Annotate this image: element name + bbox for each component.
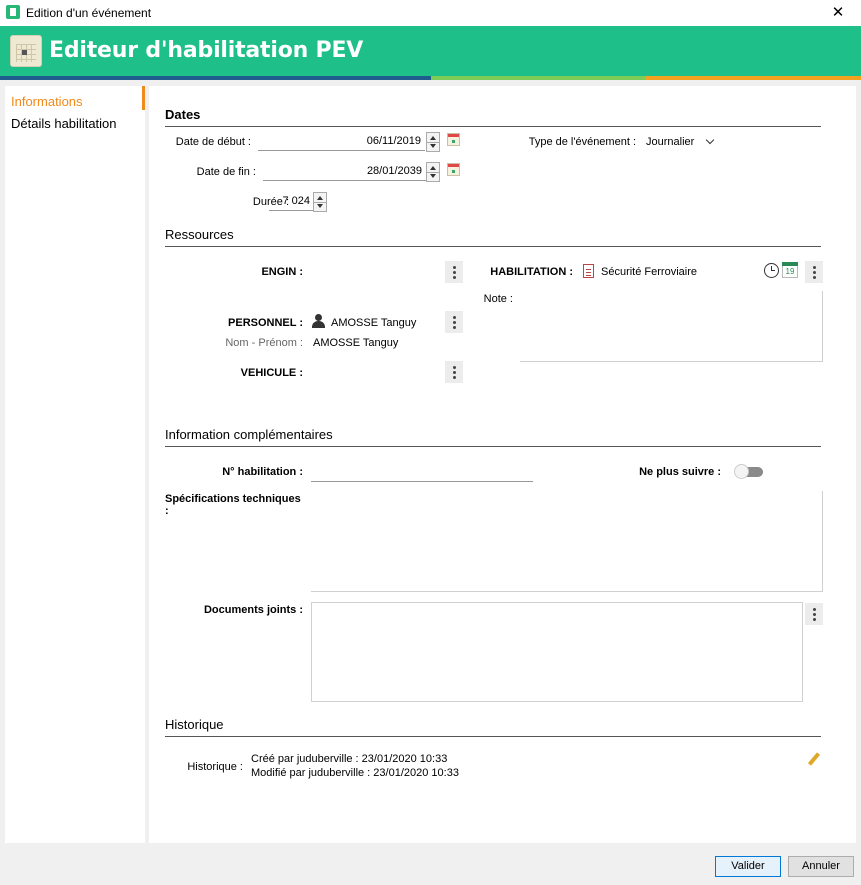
start-date-label: Date de début : xyxy=(175,136,251,148)
chevron-down-icon[interactable] xyxy=(705,135,715,145)
modified-prefix: Modifié par xyxy=(251,767,309,779)
section-title-dates: Dates xyxy=(165,107,201,122)
habilitation-label: HABILITATION : xyxy=(490,266,573,278)
num-habilitation-label: N° habilitation : xyxy=(222,466,303,478)
historique-created: Créé par juduberville : 23/01/2020 10:33 xyxy=(251,753,447,765)
calendar-day-icon[interactable]: 19 xyxy=(782,262,798,278)
event-type-label: Type de l'événement : xyxy=(528,136,636,148)
documents-menu-button[interactable] xyxy=(805,603,823,625)
modified-value: juduberville : 23/01/2020 10:33 xyxy=(308,767,459,779)
divider xyxy=(165,446,821,447)
vehicule-label: VEHICULE : xyxy=(240,367,303,379)
main-panel: Dates Date de début : 06/11/2019 Date de… xyxy=(149,86,841,843)
engin-menu-button[interactable] xyxy=(445,261,463,283)
end-date-label: Date de fin : xyxy=(196,166,256,178)
close-button[interactable]: ✕ xyxy=(815,0,861,26)
divider xyxy=(165,736,821,737)
habilitation-menu-button[interactable] xyxy=(805,261,823,283)
personnel-label: PERSONNEL : xyxy=(228,317,303,329)
note-label: Note : xyxy=(483,293,513,305)
ne-plus-suivre-toggle[interactable] xyxy=(734,464,763,479)
nom-prenom-label: Nom - Prénom : xyxy=(225,337,303,349)
sidebar: Informations Détails habilitation xyxy=(5,86,145,843)
end-date-spinner[interactable] xyxy=(426,162,440,182)
sidebar-item-informations[interactable]: Informations xyxy=(11,94,83,109)
cancel-button[interactable]: Annuler xyxy=(788,856,854,877)
ne-plus-suivre-label: Ne plus suivre : xyxy=(639,466,721,478)
duration-input[interactable]: 7 024 xyxy=(269,191,314,211)
specifications-textarea[interactable] xyxy=(311,491,823,592)
page-title: Editeur d'habilitation PEV xyxy=(49,38,364,63)
nom-prenom-value: AMOSSE Tanguy xyxy=(313,337,399,349)
document-icon xyxy=(583,264,594,278)
person-icon xyxy=(312,314,325,328)
created-value: juduberville : 23/01/2020 10:33 xyxy=(296,753,448,765)
historique-modified: Modifié par juduberville : 23/01/2020 10… xyxy=(251,767,459,779)
end-date-calendar-icon[interactable] xyxy=(447,163,460,176)
start-date-spinner[interactable] xyxy=(426,132,440,152)
divider xyxy=(165,246,821,247)
end-date-input[interactable]: 28/01/2039 xyxy=(263,161,426,181)
banner-stripe-green xyxy=(431,76,645,80)
sidebar-item-details-habilitation[interactable]: Détails habilitation xyxy=(11,116,117,131)
personnel-value: AMOSSE Tanguy xyxy=(331,317,417,329)
start-date-input[interactable]: 06/11/2019 xyxy=(258,131,425,151)
pencil-icon[interactable] xyxy=(807,752,821,767)
active-indicator xyxy=(142,86,145,110)
personnel-menu-button[interactable] xyxy=(445,311,463,333)
clock-icon[interactable] xyxy=(764,263,779,278)
header-banner: Editeur d'habilitation PEV xyxy=(0,26,861,76)
duration-spinner[interactable] xyxy=(313,192,327,212)
app-icon xyxy=(6,5,20,19)
title-bar: Edition d'un événement ✕ xyxy=(0,0,861,26)
calendar-icon xyxy=(10,35,42,67)
section-title-historique: Historique xyxy=(165,717,224,732)
section-title-ressources: Ressources xyxy=(165,227,234,242)
habilitation-value[interactable]: Sécurité Ferroviaire xyxy=(601,266,697,278)
banner-stripe-blue xyxy=(0,76,431,80)
window-title: Edition d'un événement xyxy=(26,6,152,20)
historique-label: Historique : xyxy=(187,761,243,773)
documents-label: Documents joints : xyxy=(203,604,303,616)
created-prefix: Créé par xyxy=(251,753,297,765)
documents-list[interactable] xyxy=(311,602,803,702)
num-habilitation-underline xyxy=(311,481,533,482)
event-type-select[interactable]: Journalier xyxy=(646,136,694,148)
banner-stripe-orange xyxy=(645,76,861,80)
section-title-info-comp: Information complémentaires xyxy=(165,427,333,442)
note-textarea[interactable] xyxy=(520,291,823,362)
divider xyxy=(165,126,821,127)
start-date-calendar-icon[interactable] xyxy=(447,133,460,146)
scrollbar[interactable] xyxy=(841,86,856,843)
specifications-label: Spécifications techniques : xyxy=(165,493,301,517)
validate-button[interactable]: Valider xyxy=(715,856,781,877)
vehicule-menu-button[interactable] xyxy=(445,361,463,383)
engin-label: ENGIN : xyxy=(261,266,303,278)
